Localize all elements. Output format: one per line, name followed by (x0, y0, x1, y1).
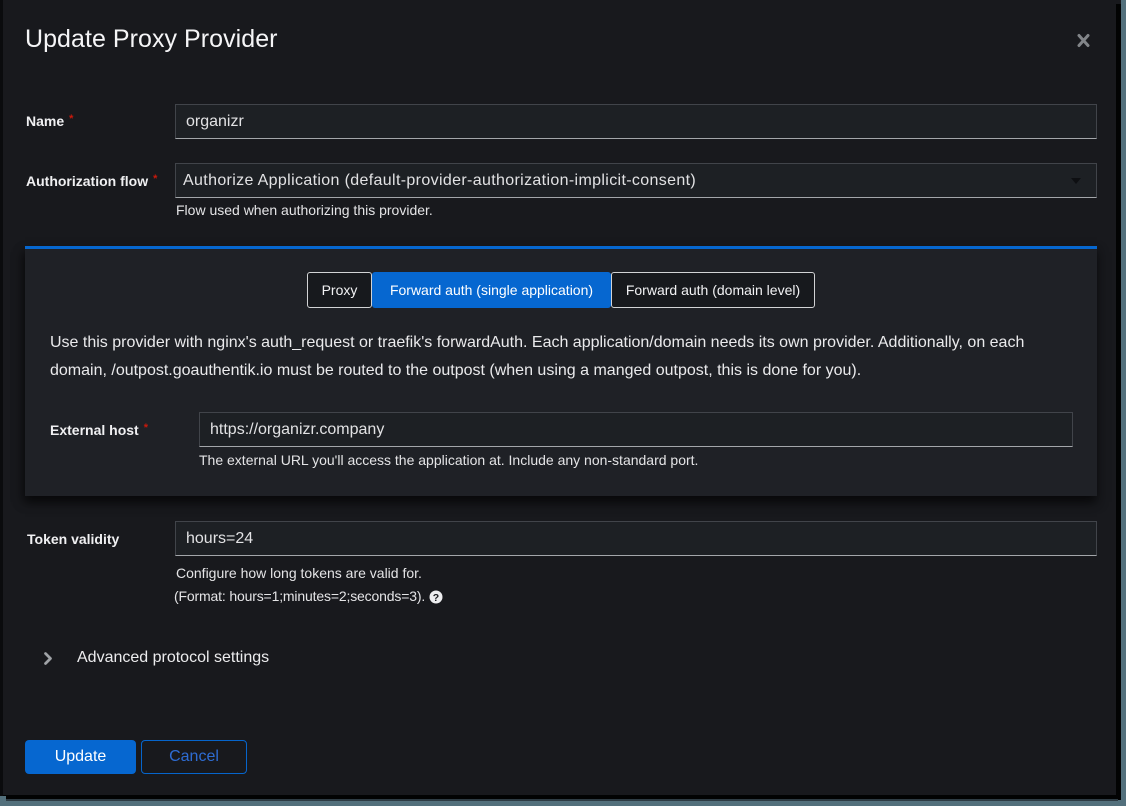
svg-text:?: ? (433, 592, 439, 604)
